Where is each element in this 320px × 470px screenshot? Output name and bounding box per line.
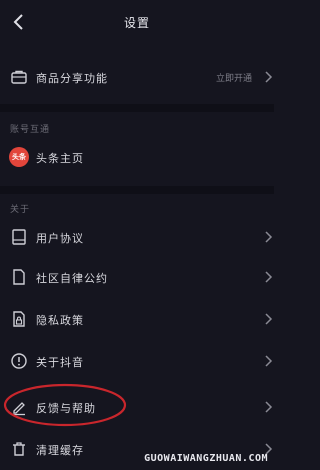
product-share-value: 立即开通 xyxy=(215,74,252,84)
book-icon xyxy=(12,229,26,245)
clear-cache-row[interactable]: 清理缓存 xyxy=(0,430,274,470)
product-share-label: 商品分享功能 xyxy=(36,72,108,85)
privacy-policy-label: 隐私政策 xyxy=(36,314,84,327)
user-agreement-label: 用户协议 xyxy=(36,232,84,245)
chevron-right-icon xyxy=(265,401,273,413)
product-share-row[interactable]: 商品分享功能 立即开通 xyxy=(0,58,274,98)
chevron-right-icon xyxy=(265,271,273,283)
privacy-policy-row[interactable]: 隐私政策 xyxy=(0,300,274,340)
clear-cache-label: 清理缓存 xyxy=(36,444,84,457)
chevron-right-icon xyxy=(265,71,273,83)
section-about-title: 关于 xyxy=(10,205,31,215)
document-icon xyxy=(13,269,25,285)
watermark-text: GUOWAIWANGZHUAN.COM xyxy=(144,453,268,464)
chevron-right-icon xyxy=(265,313,273,325)
toutiao-badge-icon: 头条 xyxy=(9,147,29,167)
lock-document-icon xyxy=(13,311,25,327)
briefcase-icon xyxy=(11,70,27,84)
top-bar: 设置 xyxy=(0,0,274,46)
toutiao-homepage-row[interactable]: 头条 头条主页 xyxy=(0,138,274,178)
highlight-circle-annotation xyxy=(3,383,127,427)
chevron-right-icon xyxy=(265,231,273,243)
section-divider xyxy=(0,186,274,194)
toutiao-homepage-label: 头条主页 xyxy=(36,152,84,165)
community-guidelines-row[interactable]: 社区自律公约 xyxy=(0,258,274,298)
chevron-right-icon xyxy=(265,355,273,367)
trash-icon xyxy=(13,442,25,456)
info-icon xyxy=(11,353,27,369)
page-title: 设置 xyxy=(123,16,150,30)
user-agreement-row[interactable]: 用户协议 xyxy=(0,218,274,258)
section-account-title: 账号互通 xyxy=(10,125,51,135)
about-douyin-label: 关于抖音 xyxy=(36,356,84,369)
section-divider xyxy=(0,104,274,112)
community-guidelines-label: 社区自律公约 xyxy=(36,272,108,285)
about-douyin-row[interactable]: 关于抖音 xyxy=(0,342,274,382)
